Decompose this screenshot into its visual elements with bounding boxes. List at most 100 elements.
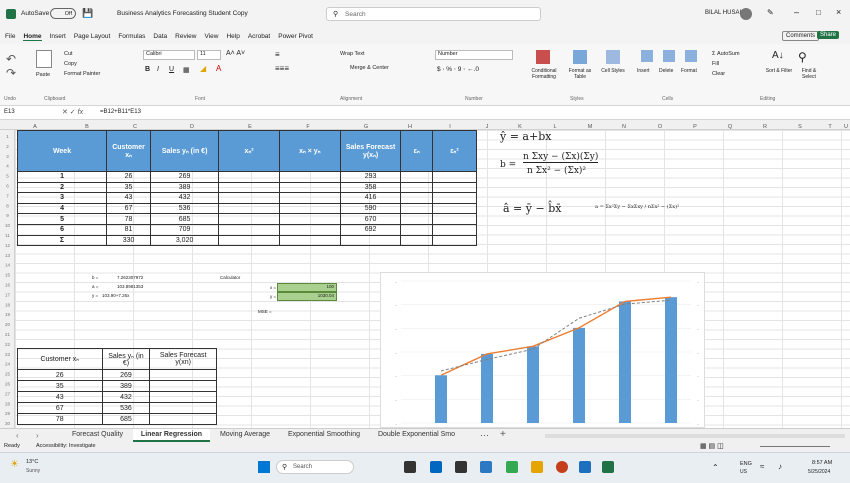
row-header[interactable]: 17	[5, 292, 11, 297]
table-cell[interactable]	[149, 369, 217, 381]
borders-icon[interactable]: ▦	[183, 66, 190, 74]
table-cell[interactable]	[218, 202, 280, 215]
table-cell[interactable]	[400, 234, 433, 247]
files-icon[interactable]	[531, 461, 543, 473]
row-header[interactable]: 19	[5, 312, 11, 317]
row-header[interactable]: 6	[6, 184, 9, 189]
format-painter-button[interactable]: Format Painter	[64, 71, 100, 77]
cell-styles-icon[interactable]	[606, 50, 620, 64]
row-header[interactable]: 26	[5, 382, 11, 387]
sort-icon[interactable]: A↓	[772, 50, 784, 61]
table-cell[interactable]	[431, 181, 478, 194]
table-cell[interactable]	[400, 181, 433, 194]
table-cell[interactable]: 358	[339, 181, 402, 194]
table-cell[interactable]: 3,020	[150, 234, 220, 247]
name-box[interactable]: E13	[4, 109, 15, 115]
chart-bar[interactable]	[435, 375, 447, 423]
fill-button[interactable]: Fill	[712, 61, 719, 67]
taskbar-search[interactable]: ⚲ Search	[276, 460, 354, 474]
table-cell[interactable]	[339, 234, 402, 247]
table-cell[interactable]: 78	[17, 413, 103, 425]
weather-icon[interactable]: ☀	[10, 459, 19, 470]
font-select[interactable]: Calibri	[143, 50, 195, 60]
table-cell[interactable]: 536	[150, 202, 220, 215]
explorer-icon[interactable]	[455, 461, 467, 473]
table-cell[interactable]	[431, 192, 478, 204]
table-cell[interactable]: 5	[16, 213, 108, 225]
table-cell[interactable]: 293	[339, 171, 402, 183]
cut-button[interactable]: Cut	[64, 51, 73, 57]
table-cell[interactable]: 432	[150, 192, 220, 204]
row-header[interactable]: 23	[5, 352, 11, 357]
pen-icon[interactable]: ✎	[767, 8, 774, 17]
table-cell[interactable]	[278, 213, 341, 225]
tab-moving-average[interactable]: Moving Average	[212, 429, 278, 440]
edge-icon[interactable]	[430, 461, 442, 473]
table-cell[interactable]: 78	[106, 213, 152, 225]
align-left-icon[interactable]: ≡≡≡	[275, 64, 289, 73]
task-view-icon[interactable]	[404, 461, 416, 473]
table-cell[interactable]: 590	[339, 202, 402, 215]
bold-icon[interactable]: B	[145, 66, 150, 73]
table-cell[interactable]	[431, 223, 478, 236]
tab-forecast-quality[interactable]: Forecast Quality	[64, 429, 131, 440]
menu-view[interactable]: View	[204, 33, 218, 41]
table-cell[interactable]	[149, 380, 217, 392]
row-header[interactable]: 25	[5, 372, 11, 377]
chart-bar[interactable]	[527, 346, 539, 423]
table-cell[interactable]	[218, 181, 280, 194]
avatar[interactable]	[740, 8, 752, 20]
regression-chart[interactable]: – – – – – – – – – – – – – –	[380, 272, 705, 428]
table-cell[interactable]: 389	[101, 380, 151, 392]
excel-taskbar-icon[interactable]	[602, 461, 614, 473]
autosum-button[interactable]: Σ AutoSum	[712, 51, 740, 57]
menu-insert[interactable]: Insert	[50, 33, 66, 41]
table-cell[interactable]: 685	[150, 213, 220, 225]
table-cell[interactable]: Σ	[16, 234, 108, 247]
table-cell[interactable]	[431, 213, 478, 225]
menu-home[interactable]: Home	[23, 33, 42, 41]
chart-bar[interactable]	[619, 301, 631, 423]
table-cell[interactable]	[218, 234, 280, 247]
table-cell[interactable]	[278, 181, 341, 194]
table-cell[interactable]: 81	[106, 223, 152, 236]
row-header[interactable]: 7	[6, 193, 9, 198]
row-header[interactable]: 12	[5, 243, 11, 248]
row-header[interactable]: 18	[5, 302, 11, 307]
menu-formulas[interactable]: Formulas	[118, 33, 145, 41]
clear-button[interactable]: Clear	[712, 71, 725, 77]
row-header[interactable]: 30	[5, 421, 11, 426]
comments-button[interactable]: Comments	[782, 31, 820, 41]
menu-data[interactable]: Data	[153, 33, 167, 41]
merge-center-button[interactable]: Merge & Center	[350, 65, 389, 71]
row-header[interactable]: 5	[6, 174, 9, 179]
row-header[interactable]: 27	[5, 391, 11, 396]
row-header[interactable]: 14	[5, 263, 11, 268]
windows-start-icon[interactable]	[258, 461, 270, 473]
row-header[interactable]: 22	[5, 342, 11, 347]
table-cell[interactable]	[431, 234, 478, 247]
underline-icon[interactable]: U	[169, 66, 174, 73]
table-cell[interactable]: 1	[16, 171, 108, 183]
table-cell[interactable]: 35	[106, 181, 152, 194]
row-header[interactable]: 9	[6, 213, 9, 218]
row-header[interactable]: 21	[5, 332, 11, 337]
row-header[interactable]: 8	[6, 203, 9, 208]
table-cell[interactable]: 6	[16, 223, 108, 236]
table-cell[interactable]	[278, 202, 341, 215]
table-cell[interactable]: 432	[101, 391, 151, 403]
menu-page-layout[interactable]: Page Layout	[74, 33, 111, 41]
table-cell[interactable]	[218, 171, 280, 183]
tab-double-exponential[interactable]: Double Exponential Smo	[370, 429, 463, 440]
table-cell[interactable]: 26	[17, 369, 103, 381]
table-cell[interactable]	[431, 202, 478, 215]
delete-cells-icon[interactable]	[663, 50, 675, 62]
table-cell[interactable]	[278, 171, 341, 183]
status-accessibility[interactable]: Accessibility: Investigate	[36, 443, 96, 449]
find-select-button[interactable]: Find & Select	[795, 68, 823, 80]
table-cell[interactable]	[400, 223, 433, 236]
office-icon[interactable]	[556, 461, 568, 473]
table-cell[interactable]	[149, 391, 217, 403]
clock-time[interactable]: 8:57 AM	[812, 460, 832, 466]
table-cell[interactable]	[149, 402, 217, 414]
